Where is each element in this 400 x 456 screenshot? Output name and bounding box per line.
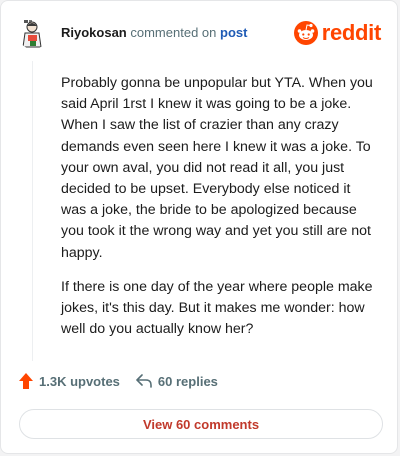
comment-header: Riyokosan commented on post reddit xyxy=(17,13,381,53)
reply-arrow-icon xyxy=(136,374,152,388)
reply-stat[interactable]: 60 replies xyxy=(136,374,218,389)
avatar-image xyxy=(17,17,49,49)
comment-body: Probably gonna be unpopular but YTA. Whe… xyxy=(61,73,373,353)
reddit-snoo-icon xyxy=(293,21,318,45)
post-link[interactable]: post xyxy=(220,25,247,40)
comment-paragraph: If there is one day of the year where pe… xyxy=(61,278,373,338)
avatar[interactable] xyxy=(17,17,49,49)
reddit-logo[interactable]: reddit xyxy=(293,20,382,46)
reply-count: 60 replies xyxy=(157,373,218,389)
username[interactable]: Riyokosan xyxy=(61,25,127,40)
reddit-wordmark: reddit xyxy=(321,20,382,45)
comment-card: Riyokosan commented on post reddit Proba… xyxy=(0,0,398,454)
thread-line xyxy=(32,61,33,361)
header-action: commented on xyxy=(130,25,217,40)
upvote-stat[interactable]: 1.3K upvotes xyxy=(19,373,120,389)
upvote-arrow-icon xyxy=(19,373,33,389)
view-comments-button[interactable]: View 60 comments xyxy=(19,409,383,439)
header-text: Riyokosan commented on post xyxy=(61,24,247,42)
comment-paragraph: Probably gonna be unpopular but YTA. Whe… xyxy=(61,75,373,261)
comment-stats: 1.3K upvotes 60 replies xyxy=(19,373,218,389)
upvote-count: 1.3K upvotes xyxy=(39,373,120,389)
